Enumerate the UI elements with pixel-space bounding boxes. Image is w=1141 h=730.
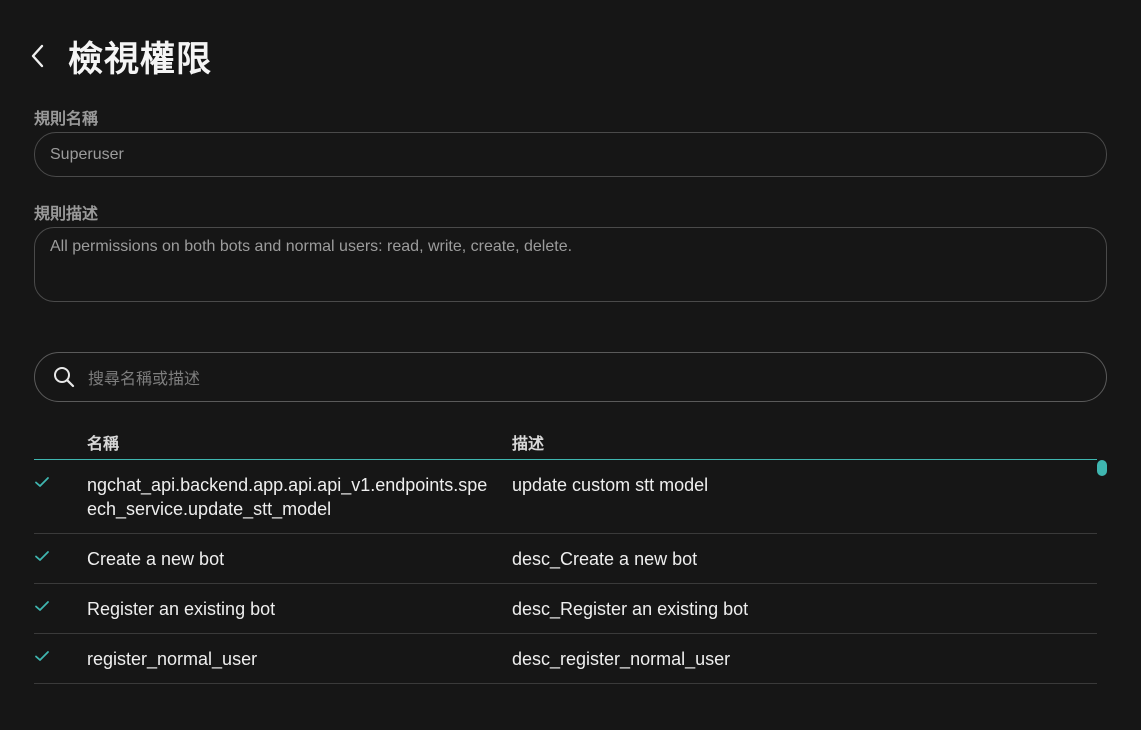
permission-name: register_normal_user: [87, 649, 258, 669]
table-row[interactable]: register_normal_user desc_register_norma…: [34, 634, 1097, 684]
check-icon: [35, 651, 49, 661]
rule-description-label: 規則描述: [34, 204, 99, 223]
permission-description: desc_register_normal_user: [512, 649, 731, 669]
permission-name: ngchat_api.backend.app.api.api_v1.endpoi…: [87, 475, 488, 519]
table-row[interactable]: ngchat_api.backend.app.api.api_v1.endpoi…: [34, 460, 1097, 534]
check-icon: [35, 551, 49, 561]
search-placeholder: 搜尋名稱或描述: [88, 369, 201, 388]
permission-description: desc_Register an existing bot: [512, 599, 749, 619]
table-scrollbar-thumb[interactable]: [1097, 460, 1107, 476]
table-row[interactable]: Create a new bot desc_Create a new bot: [34, 534, 1097, 584]
column-header-name[interactable]: 名稱: [87, 430, 119, 454]
check-icon: [35, 477, 49, 487]
search-input[interactable]: 搜尋名稱或描述: [34, 352, 1107, 402]
check-icon: [35, 601, 49, 611]
back-button[interactable]: [30, 36, 56, 76]
rule-description-field[interactable]: All permissions on both bots and normal …: [34, 227, 1107, 302]
page-header: 檢視權限: [30, 33, 213, 80]
permission-description: update custom stt model: [512, 475, 709, 495]
permissions-table: 名稱 描述 ngchat_api.backend.app.api.api_v1.…: [34, 420, 1097, 684]
column-header-description[interactable]: 描述: [512, 430, 544, 454]
rule-name-field[interactable]: Superuser: [34, 132, 1107, 177]
page-title: 檢視權限: [68, 39, 213, 80]
permission-name: Create a new bot: [87, 549, 225, 569]
search-icon: [53, 366, 75, 388]
chevron-left-icon: [31, 44, 44, 68]
table-header: 名稱 描述: [34, 420, 1097, 460]
permission-description: desc_Create a new bot: [512, 549, 698, 569]
permission-name: Register an existing bot: [87, 599, 276, 619]
view-permission-page: 檢視權限 規則名稱 Superuser 規則描述 All permissions…: [0, 0, 1141, 730]
table-row[interactable]: Register an existing bot desc_Register a…: [34, 584, 1097, 634]
rule-name-label: 規則名稱: [34, 109, 99, 128]
